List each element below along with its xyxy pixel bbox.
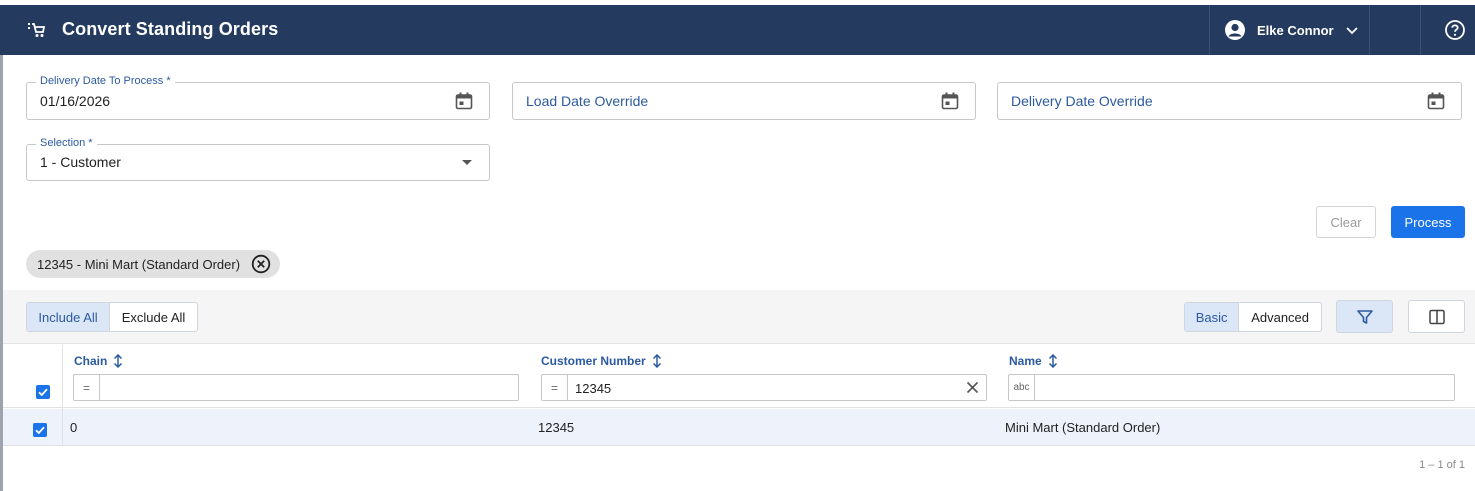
column-header-label: Name [1009,354,1042,368]
load-date-override-placeholder: Load Date Override [526,93,649,109]
check-icon [35,426,45,435]
text-contains-operator-icon[interactable]: abc [1009,375,1035,400]
name-filter-input[interactable]: abc [1008,374,1455,401]
clear-button[interactable]: Clear [1316,206,1376,238]
user-menu[interactable]: Elke Connor [1210,5,1370,55]
cell-customer-number: 12345 [538,420,575,435]
clear-filter-icon[interactable] [966,381,979,394]
calendar-icon[interactable] [455,92,473,110]
customer-number-filter-value: 12345 [575,381,612,396]
header-divider [1420,5,1421,55]
cell-name: Mini Mart (Standard Order) [1005,420,1161,435]
sort-icon[interactable] [112,354,124,368]
column-header-label: Chain [74,354,108,368]
filter-button[interactable] [1336,300,1393,333]
columns-icon [1428,309,1445,324]
chevron-down-icon [1346,27,1358,35]
select-all-checkbox[interactable] [36,385,50,399]
column-header-chain[interactable]: Chain [74,354,124,368]
app-header: Convert Standing Orders Elke Connor [0,5,1475,55]
equals-operator-icon[interactable]: = [542,375,568,400]
calendar-icon[interactable] [941,92,959,110]
cart-list-icon [28,23,46,37]
page-title: Convert Standing Orders [62,19,279,39]
sort-icon[interactable] [651,354,663,368]
help-icon[interactable] [1444,19,1466,41]
selection-dropdown[interactable]: Selection * 1 - Customer [26,137,490,181]
selection-column-divider [62,345,63,446]
include-all-button[interactable]: Include All [27,303,110,331]
selection-label: Selection * [36,137,97,149]
customer-number-filter-input[interactable]: = 12345 [541,374,987,401]
calendar-icon[interactable] [1427,92,1445,110]
cell-chain: 0 [70,420,78,435]
sort-icon[interactable] [1047,354,1059,368]
chip-label: 12345 - Mini Mart (Standard Order) [37,257,241,272]
delivery-date-value: 01/16/2026 [40,93,111,109]
delivery-date-field[interactable]: Delivery Date To Process * 01/16/2026 [26,75,490,120]
check-icon [38,388,48,397]
column-header-name[interactable]: Name [1009,354,1059,368]
basic-filter-button[interactable]: Basic [1185,303,1239,331]
delivery-date-override-placeholder: Delivery Date Override [1011,93,1153,109]
process-button[interactable]: Process [1391,206,1465,238]
selected-customer-chip: 12345 - Mini Mart (Standard Order) [26,250,280,278]
dropdown-caret-icon [462,160,472,165]
chain-filter-input[interactable]: = [73,374,519,401]
filter-mode-toggle: Basic Advanced [1184,302,1322,332]
table-row[interactable]: 0 12345 Mini Mart (Standard Order) [3,409,1475,446]
header-divider [1369,5,1370,55]
grid-header: Chain Customer Number Name = = 12345 abc [3,345,1475,408]
row-checkbox[interactable] [33,423,47,437]
advanced-filter-button[interactable]: Advanced [1238,303,1321,331]
column-header-customer-number[interactable]: Customer Number [541,354,663,368]
delivery-date-label: Delivery Date To Process * [36,75,175,87]
equals-operator-icon[interactable]: = [74,375,100,400]
load-date-override-field[interactable]: Load Date Override [512,82,976,120]
delivery-date-override-field[interactable]: Delivery Date Override [997,82,1462,120]
selection-value: 1 - Customer [40,154,121,170]
user-name: Elke Connor [1257,23,1334,38]
filter-icon [1356,309,1373,324]
columns-button[interactable] [1408,300,1465,333]
grid-toolbar: Include All Exclude All Basic Advanced [3,290,1475,344]
include-exclude-toggle: Include All Exclude All [26,302,198,332]
column-header-label: Customer Number [541,354,646,368]
close-circle-icon[interactable] [251,254,271,274]
user-avatar-icon [1225,20,1245,40]
pagination-info: 1 – 1 of 1 [1419,459,1465,471]
exclude-all-button[interactable]: Exclude All [109,303,197,331]
